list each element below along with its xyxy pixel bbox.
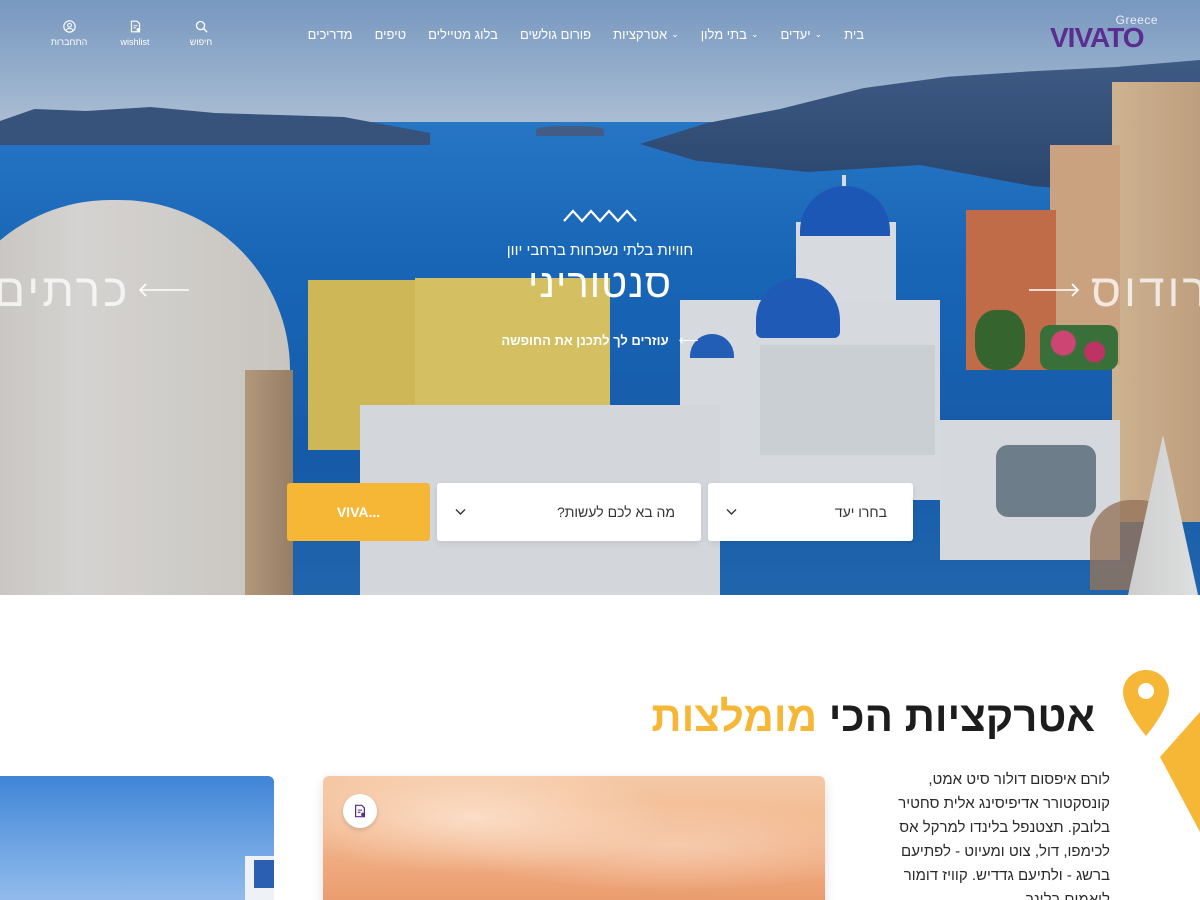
arrow-right-icon[interactable]: [1028, 282, 1080, 298]
chevron-down-icon: [726, 509, 737, 515]
card-image: [323, 776, 825, 900]
nav-item-tips[interactable]: טיפים: [364, 24, 417, 44]
attraction-card[interactable]: [0, 776, 274, 900]
chevron-down-icon: ⌄: [750, 28, 759, 39]
activity-select[interactable]: מה בא לכם לעשות?: [437, 483, 701, 541]
nav-item-guides[interactable]: מדריכים: [297, 24, 364, 44]
search-label: חיפוש: [189, 37, 213, 47]
section-body-text: לורם איפסום דולור סיט אמט, קונסקטורר אדי…: [898, 771, 1110, 900]
card-wishlist-button[interactable]: [343, 794, 377, 828]
nav-label: בית: [844, 26, 864, 42]
nav-item-attractions[interactable]: אטרקציות ⌄: [602, 24, 690, 44]
arrow-left-icon: ⟵: [678, 332, 699, 348]
wishlist-button[interactable]: wishlist: [102, 20, 168, 47]
section-title-main: אטרקציות הכי: [817, 693, 1095, 740]
login-button[interactable]: התחברות: [36, 20, 102, 47]
next-destination-link[interactable]: רודוס: [1091, 263, 1200, 317]
hero-cta-link[interactable]: עוזרים לך לתכנן את החופשה ⟵: [470, 332, 730, 349]
nav-item-forum[interactable]: פורום גולשים: [509, 24, 602, 44]
hero-cta-label: עוזרים לך לתכנן את החופשה: [501, 333, 669, 348]
nav-label: בלוג מטיילים: [428, 26, 498, 42]
viva-search-button[interactable]: VIVA...: [287, 483, 430, 541]
nav-label: יעדים: [780, 26, 811, 42]
destination-select[interactable]: בחרו יעד: [708, 483, 913, 541]
activity-select-label: מה בא לכם לעשות?: [556, 504, 675, 520]
nav-item-hotels[interactable]: בתי מלון ⌄: [690, 24, 770, 44]
nav-label: בתי מלון: [700, 26, 747, 42]
nav-item-home[interactable]: בית: [833, 24, 875, 44]
nav-label: אטרקציות: [613, 26, 668, 42]
main-nav: בית יעדים ⌄ בתי מלון ⌄ אטרקציות ⌄ פורום גול…: [297, 24, 875, 44]
chevron-down-icon: ⌄: [814, 28, 823, 39]
section-title-highlight: מומלצות: [651, 693, 818, 740]
arrow-left-icon[interactable]: [138, 282, 190, 298]
chevron-down-icon: ⌄: [671, 28, 679, 39]
search-button[interactable]: חיפוש: [168, 20, 234, 47]
chevron-down-icon: [455, 509, 466, 515]
nav-item-destinations[interactable]: יעדים ⌄: [769, 24, 833, 44]
hero-subtitle: חוויות בלתי נשכחות ברחבי יוון: [506, 242, 694, 259]
site-header: Greece VIVATO בית יעדים ⌄ בתי מלון ⌄ אטרקצ…: [0, 0, 1200, 70]
wishlist-label: wishlist: [120, 37, 150, 47]
nav-label: פורום גולשים: [519, 26, 592, 42]
zigzag-ornament: [563, 209, 637, 223]
nav-label: מדריכים: [307, 26, 353, 42]
header-tools: התחברות wishlist חיפוש: [36, 20, 234, 47]
search-bar: VIVA... מה בא לכם לעשות? בחרו יעד: [287, 483, 913, 541]
hero-title: סנטוריני: [527, 262, 672, 306]
nav-label: טיפים: [374, 26, 407, 42]
attraction-card[interactable]: [323, 776, 825, 900]
user-icon: [62, 20, 76, 33]
card-image: [254, 860, 274, 888]
nav-item-blog[interactable]: בלוג מטיילים: [417, 24, 509, 44]
decorative-diamond: [1160, 712, 1200, 832]
document-icon: [130, 20, 140, 33]
logo-wordmark: VIVATO: [1050, 22, 1145, 53]
destination-select-label: בחרו יעד: [834, 504, 887, 520]
section-title: אטרקציות הכי מומלצות: [651, 693, 1095, 741]
document-icon: [355, 804, 365, 818]
login-label: התחברות: [50, 37, 88, 47]
prev-destination-link[interactable]: כרתים: [0, 263, 130, 317]
search-icon: [195, 20, 208, 33]
